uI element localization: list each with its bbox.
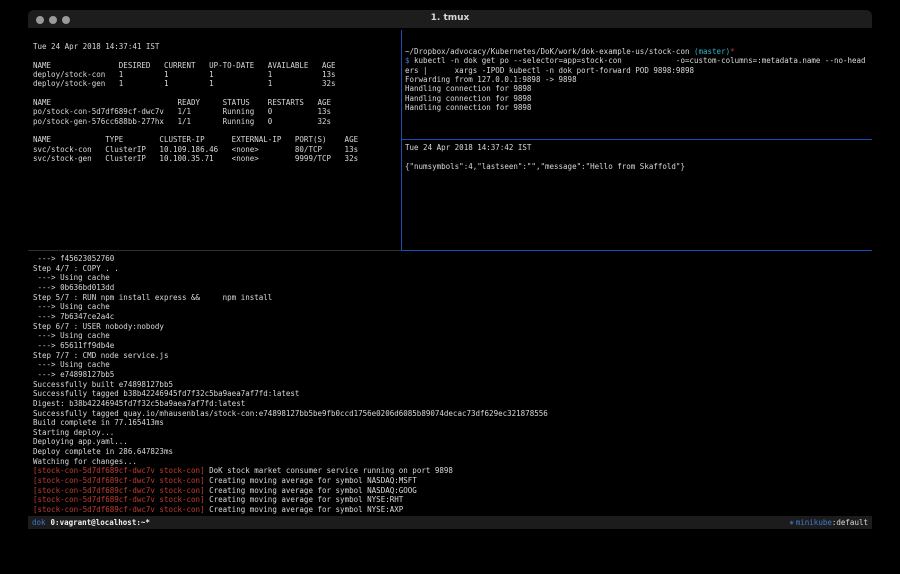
terminal-line xyxy=(405,152,871,161)
terminal-line: $ kubectl -n dok get po --selector=app=s… xyxy=(405,56,871,65)
terminal-line: ---> Using cache xyxy=(33,302,869,312)
terminal-line: NAME TYPE CLUSTER-IP EXTERNAL-IP PORT(S)… xyxy=(33,135,399,144)
terminal-line: deploy/stock-gen 1 1 1 1 32s xyxy=(33,79,399,88)
terminal-line: NAME READY STATUS RESTARTS AGE xyxy=(33,98,399,107)
terminal-line: Handling connection for 9898 xyxy=(405,103,871,112)
terminal-line: Deploying app.yaml... xyxy=(33,437,869,447)
terminal-line: Successfully built e74898127bb5 xyxy=(33,380,869,390)
terminal-line: ---> f45623052760 xyxy=(33,254,869,264)
terminal-line xyxy=(33,51,399,60)
terminal-line: deploy/stock-con 1 1 1 1 13s xyxy=(33,70,399,79)
terminal-line: [stock-con-5d7df689cf-dwc7v stock-con] C… xyxy=(33,476,869,486)
terminal-line: Forwarding from 127.0.0.1:9898 -> 9898 xyxy=(405,75,871,84)
terminal-line: [stock-con-5d7df689cf-dwc7v stock-con] C… xyxy=(33,486,869,496)
terminal-line: NAME DESIRED CURRENT UP-TO-DATE AVAILABL… xyxy=(33,61,399,70)
terminal-line: ers | xargs -IPOD kubectl -n dok port-fo… xyxy=(405,66,871,75)
terminal-line: [stock-con-5d7df689cf-dwc7v stock-con] C… xyxy=(33,495,869,505)
pane-border-vertical[interactable] xyxy=(401,30,402,251)
terminal-line: ---> Using cache xyxy=(33,360,869,370)
terminal-line: Handling connection for 9898 xyxy=(405,94,871,103)
terminal-line: Step 5/7 : RUN npm install express && np… xyxy=(33,293,869,303)
terminal-line: svc/stock-con ClusterIP 10.109.186.46 <n… xyxy=(33,145,399,154)
pane-skaffold-log[interactable]: ---> f45623052760Step 4/7 : COPY . . ---… xyxy=(33,254,869,516)
pane-kubectl-watch[interactable]: Tue 24 Apr 2018 14:37:41 IST NAME DESIRE… xyxy=(33,42,399,250)
pane-border-horizontal-right[interactable] xyxy=(402,139,872,140)
terminal-line: Step 4/7 : COPY . . xyxy=(33,264,869,274)
terminal-line: Step 7/7 : CMD node service.js xyxy=(33,351,869,361)
pane-curl-output[interactable]: Tue 24 Apr 2018 14:37:42 IST {"numsymbol… xyxy=(405,143,871,249)
pane-port-forward-shell[interactable]: ~/Dropbox/advocacy/Kubernetes/DoK/work/d… xyxy=(405,47,871,139)
terminal-line: Starting deploy... xyxy=(33,428,869,438)
tmux-status-bar: dok 0:vagrant@localhost:~* ⎈ minikube :d… xyxy=(28,516,872,529)
terminal-line: ---> 0b636bd013dd xyxy=(33,283,869,293)
terminal-line xyxy=(33,89,399,98)
terminal-line: [stock-con-5d7df689cf-dwc7v stock-con] D… xyxy=(33,466,869,476)
terminal-line: ---> 7b6347ce2a4c xyxy=(33,312,869,322)
terminal-line: Successfully tagged quay.io/mhausenblas/… xyxy=(33,409,869,419)
terminal-line: [stock-con-5d7df689cf-dwc7v stock-con] C… xyxy=(33,505,869,515)
pane-border-horizontal-right-active[interactable] xyxy=(401,250,872,251)
terminal-line: Watching for changes... xyxy=(33,457,869,467)
terminal-line: Tue 24 Apr 2018 14:37:42 IST xyxy=(405,143,871,152)
terminal-line: ---> e74898127bb5 xyxy=(33,370,869,380)
terminal-line: ---> Using cache xyxy=(33,273,869,283)
terminal-line: ~/Dropbox/advocacy/Kubernetes/DoK/work/d… xyxy=(405,47,871,56)
tmux-window-tab[interactable]: 0:vagrant@localhost:~* xyxy=(51,516,150,529)
terminal-line: Tue 24 Apr 2018 14:37:41 IST xyxy=(33,42,399,51)
terminal-line: ---> Using cache xyxy=(33,331,869,341)
terminal-line: ---> 65611ff9db4e xyxy=(33,341,869,351)
terminal-window: 1. tmux Tue 24 Apr 2018 14:37:41 IST NAM… xyxy=(28,10,872,546)
terminal-line: Successfully tagged b38b42246945fd7f32c5… xyxy=(33,389,869,399)
kube-namespace: :default xyxy=(832,516,868,529)
kube-context-name: minikube xyxy=(796,516,832,529)
terminal-line xyxy=(33,126,399,135)
terminal-line: {"numsymbols":4,"lastseen":"","message":… xyxy=(405,162,871,171)
terminal-line: Digest: b38b42246945fd7f32c5ba9aea7af7fd… xyxy=(33,399,869,409)
pane-border-horizontal-left-inactive[interactable] xyxy=(28,250,401,251)
desktop-background: 1. tmux Tue 24 Apr 2018 14:37:41 IST NAM… xyxy=(0,0,900,574)
terminal-line: Step 6/7 : USER nobody:nobody xyxy=(33,322,869,332)
tmux-session-name: dok xyxy=(32,516,46,529)
window-title: 1. tmux xyxy=(28,13,872,23)
window-titlebar[interactable]: 1. tmux xyxy=(28,10,872,29)
terminal-line: Build complete in 77.165413ms xyxy=(33,418,869,428)
terminal-line: po/stock-gen-576cc688bb-277hx 1/1 Runnin… xyxy=(33,117,399,126)
terminal-line: Handling connection for 9898 xyxy=(405,84,871,93)
kubernetes-helm-icon: ⎈ xyxy=(789,516,794,529)
terminal-line: svc/stock-gen ClusterIP 10.100.35.71 <no… xyxy=(33,154,399,163)
terminal-line: Deploy complete in 286.647823ms xyxy=(33,447,869,457)
terminal-line: po/stock-con-5d7df689cf-dwc7v 1/1 Runnin… xyxy=(33,107,399,116)
